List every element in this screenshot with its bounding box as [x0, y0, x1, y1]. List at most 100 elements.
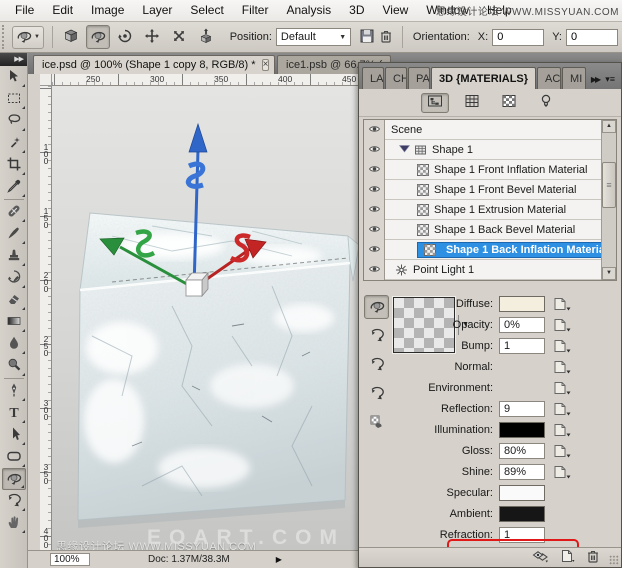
position-select[interactable]: Default ▼	[275, 28, 352, 46]
color-swatch[interactable]	[499, 421, 545, 438]
drop-material-tool[interactable]	[364, 411, 389, 435]
menu-select[interactable]: Select	[181, 0, 232, 21]
quick-select-tool[interactable]	[2, 132, 26, 154]
meshes-filter-button[interactable]	[458, 93, 486, 113]
color-swatch[interactable]	[499, 484, 545, 501]
lasso-tool[interactable]	[2, 110, 26, 132]
tree-row-content[interactable]: Shape 1 Extrusion Material	[385, 200, 616, 220]
texture-menu-icon[interactable]	[553, 339, 572, 353]
hand-tool[interactable]	[2, 512, 26, 534]
tree-row-content[interactable]: Scene	[385, 120, 616, 140]
dodge-tool[interactable]	[2, 355, 26, 377]
visibility-toggle[interactable]	[364, 200, 385, 220]
property-value-field[interactable]: 0%	[499, 316, 545, 333]
path-select-tool[interactable]	[2, 424, 26, 446]
property-value-field[interactable]: 9	[499, 400, 545, 417]
new-item-icon[interactable]	[559, 548, 575, 567]
menu-analysis[interactable]: Analysis	[277, 0, 340, 21]
pan-3d-object-button[interactable]	[140, 25, 164, 49]
pen-tool[interactable]	[2, 380, 26, 402]
scale-3d-object-button[interactable]	[194, 25, 218, 49]
visibility-toggle[interactable]	[364, 120, 385, 140]
gradient-tool[interactable]	[2, 311, 26, 333]
texture-menu-icon[interactable]	[553, 318, 572, 332]
visibility-toggle[interactable]	[364, 180, 385, 200]
tree-row[interactable]: Point Light 1	[364, 260, 616, 280]
blur-tool[interactable]	[2, 333, 26, 355]
tree-scrollbar[interactable]: ▲ ▼	[601, 120, 616, 280]
toolbar-collapse-button[interactable]: ▶▶	[0, 53, 27, 66]
tab-ice-psd[interactable]: ice.psd @ 100% (Shape 1 copy 8, RGB/8) *…	[33, 55, 275, 74]
tree-row-content[interactable]: Shape 1	[385, 140, 616, 160]
menu-3d[interactable]: 3D	[340, 0, 373, 21]
texture-menu-icon[interactable]	[553, 444, 572, 458]
tool-preset-button[interactable]: ▼	[11, 25, 44, 49]
drag-material-tool[interactable]	[364, 353, 389, 377]
save-view-button[interactable]	[357, 25, 377, 49]
visibility-toggle[interactable]	[364, 160, 385, 180]
menu-filter[interactable]: Filter	[233, 0, 278, 21]
return-home-button[interactable]	[59, 25, 83, 49]
color-swatch[interactable]	[499, 505, 545, 522]
healing-brush-tool[interactable]	[2, 201, 26, 223]
delete-view-button[interactable]	[377, 25, 397, 49]
status-flyout-icon[interactable]: ▶	[276, 555, 282, 564]
panel-tab-ac[interactable]: AC	[537, 67, 562, 89]
zoom-level-field[interactable]: 100%	[50, 553, 90, 566]
tree-row[interactable]: Shape 1 Back Inflation Material	[364, 240, 616, 260]
materials-filter-button[interactable]	[495, 93, 523, 113]
eraser-tool[interactable]	[2, 289, 26, 311]
tree-row[interactable]: Shape 1 Back Bevel Material	[364, 220, 616, 240]
rotate-3d-object-button[interactable]	[85, 25, 110, 49]
type-tool[interactable]: T	[2, 402, 26, 424]
texture-menu-icon[interactable]	[553, 465, 572, 479]
move-tool[interactable]	[2, 66, 26, 88]
roll-material-tool[interactable]	[364, 324, 389, 348]
eyedropper-tool[interactable]	[2, 176, 26, 198]
menu-layer[interactable]: Layer	[133, 0, 181, 21]
panel-tab-la[interactable]: LA	[362, 67, 384, 89]
scroll-up-icon[interactable]: ▲	[602, 120, 616, 133]
crop-tool[interactable]	[2, 154, 26, 176]
menu-edit[interactable]: Edit	[43, 0, 82, 21]
expand-arrow-icon[interactable]	[398, 144, 411, 156]
panel-tab-ch[interactable]: CH	[385, 67, 407, 89]
history-brush-tool[interactable]	[2, 267, 26, 289]
panel-tab-mi[interactable]: MI	[562, 67, 587, 89]
menu-view[interactable]: View	[373, 0, 417, 21]
3d-rotate-tool[interactable]	[1, 468, 26, 490]
tree-row[interactable]: Shape 1 Extrusion Material	[364, 200, 616, 220]
collapse-panel-icon[interactable]: ▶▶	[591, 75, 601, 84]
texture-menu-icon[interactable]	[553, 381, 572, 395]
tree-row-content[interactable]: Point Light 1	[385, 260, 616, 280]
visibility-toggle[interactable]	[364, 220, 385, 240]
toggle-materials-icon[interactable]	[531, 548, 549, 567]
trash-icon[interactable]	[585, 548, 601, 567]
tree-row-content[interactable]: Shape 1 Front Inflation Material	[385, 160, 616, 180]
panel-resize-grip[interactable]	[609, 555, 619, 565]
texture-menu-icon[interactable]	[553, 423, 572, 437]
color-swatch[interactable]	[499, 295, 545, 312]
scene-filter-button[interactable]	[420, 92, 449, 113]
tree-row-content[interactable]: Shape 1 Front Bevel Material	[385, 180, 616, 200]
scroll-down-icon[interactable]: ▼	[602, 267, 616, 280]
menu-image[interactable]: Image	[82, 0, 133, 21]
property-value-field[interactable]: 1	[499, 337, 545, 354]
panel-tab-pa[interactable]: PA	[408, 67, 430, 89]
slide-3d-object-button[interactable]	[167, 25, 191, 49]
property-value-field[interactable]: 1	[499, 526, 545, 543]
rotate-material-tool[interactable]	[364, 295, 389, 319]
property-value-field[interactable]: 89%	[499, 463, 545, 480]
texture-menu-icon[interactable]	[553, 297, 572, 311]
tree-row[interactable]: Scene	[364, 120, 616, 140]
panel-menu-icon[interactable]: ▾≡	[605, 74, 615, 85]
shape-tool[interactable]	[2, 446, 26, 468]
tree-row[interactable]: Shape 1 Front Bevel Material	[364, 180, 616, 200]
texture-menu-icon[interactable]	[553, 360, 572, 374]
tree-row[interactable]: Shape 1 Front Inflation Material	[364, 160, 616, 180]
close-tab-icon[interactable]: ×	[261, 59, 270, 71]
menu-file[interactable]: File	[6, 0, 43, 21]
tree-row[interactable]: Shape 1	[364, 140, 616, 160]
brush-tool[interactable]	[2, 223, 26, 245]
slide-material-tool[interactable]	[364, 382, 389, 406]
